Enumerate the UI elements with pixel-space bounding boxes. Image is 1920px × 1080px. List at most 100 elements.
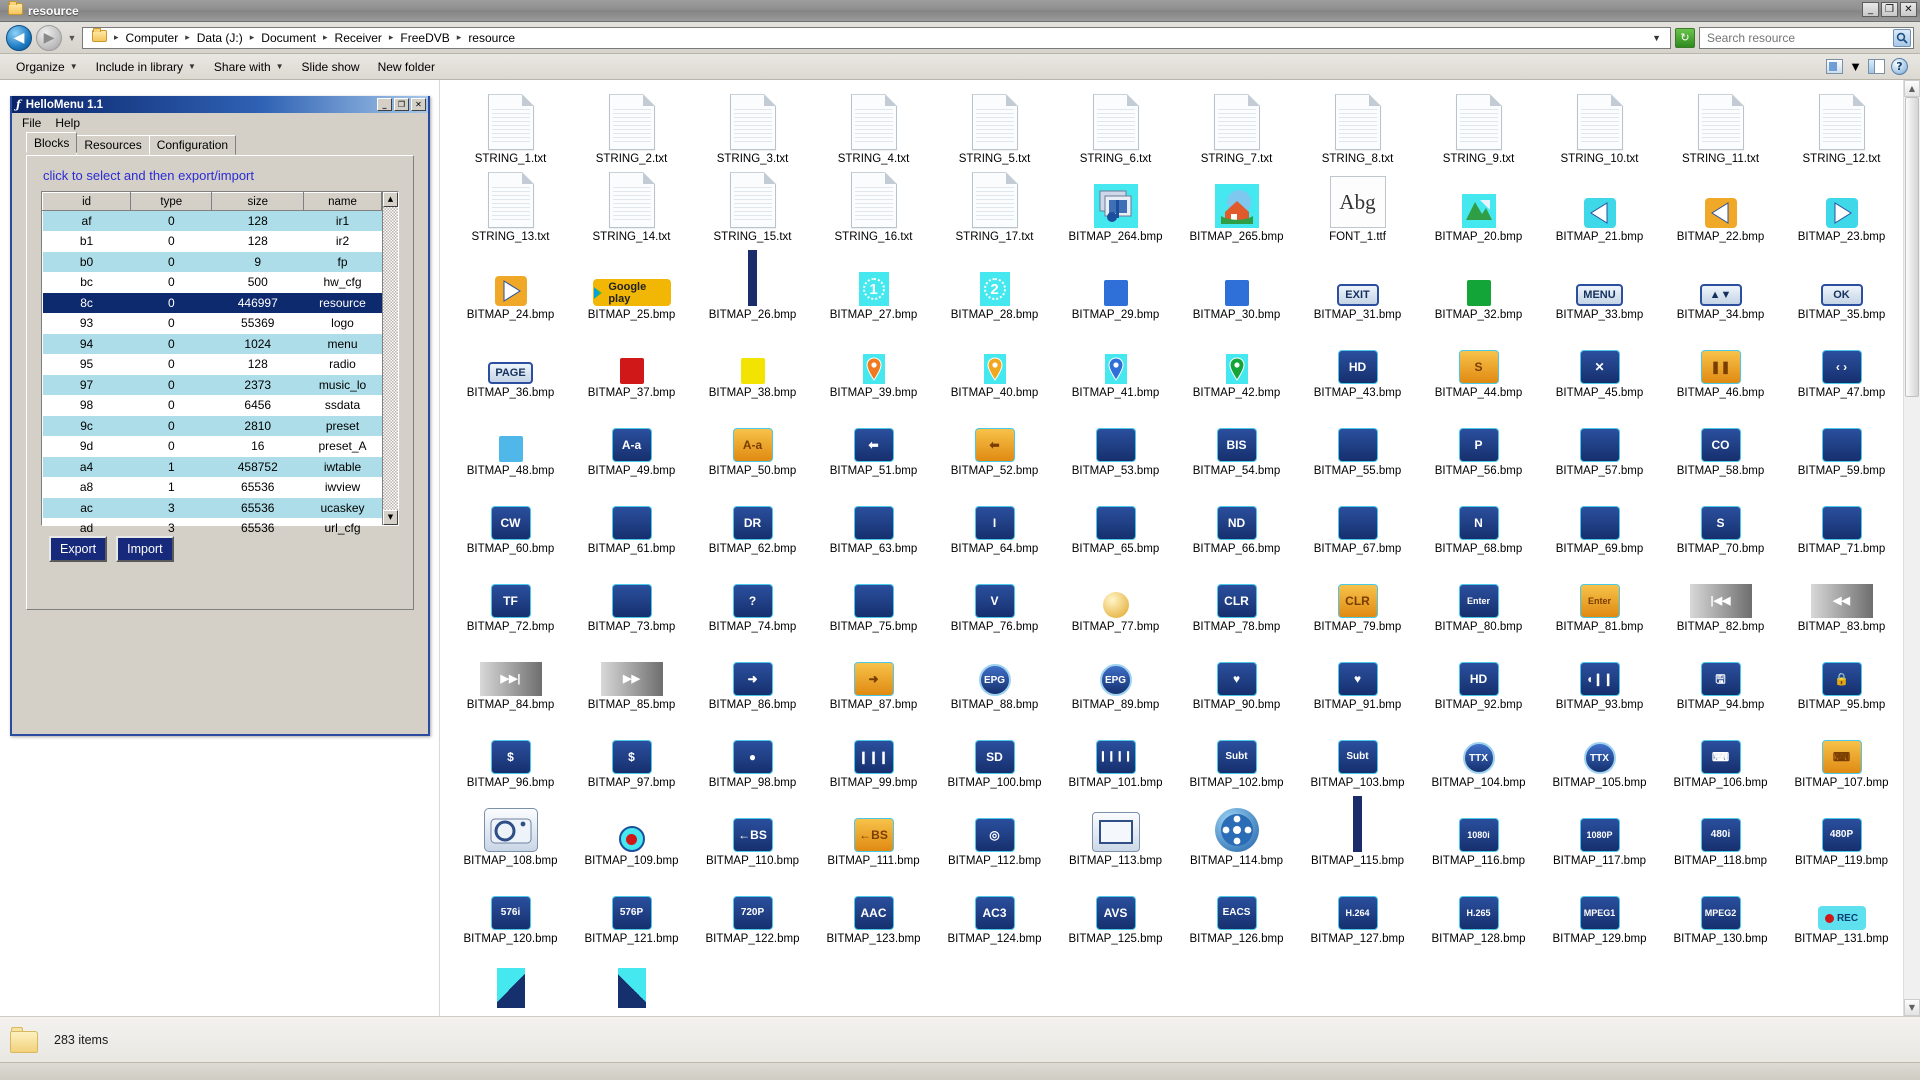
file-item[interactable]: BITMAP_41.bmp bbox=[1055, 322, 1176, 400]
file-item[interactable]: TF BITMAP_72.bmp bbox=[450, 556, 571, 634]
blocks-scroll-up-button[interactable]: ▲ bbox=[383, 192, 398, 207]
breadcrumb-separator[interactable]: ▸ bbox=[183, 32, 192, 43]
table-row[interactable]: b1 0 128 ir2 bbox=[43, 231, 382, 252]
table-row[interactable]: 95 0 128 radio bbox=[43, 354, 382, 375]
file-item[interactable]: MPEG1 BITMAP_129.bmp bbox=[1539, 868, 1660, 946]
blocks-table-scrollbar[interactable]: ▲ ▼ bbox=[382, 192, 398, 525]
file-item[interactable]: STRING_13.txt bbox=[450, 166, 571, 244]
file-item[interactable]: AVS BITMAP_125.bmp bbox=[1055, 868, 1176, 946]
file-item[interactable]: ◎ BITMAP_112.bmp bbox=[934, 790, 1055, 868]
breadcrumb-item-document[interactable]: Document bbox=[258, 30, 319, 46]
file-item[interactable]: BITMAP_26.bmp bbox=[692, 244, 813, 322]
tab-resources[interactable]: Resources bbox=[76, 135, 150, 155]
file-item[interactable]: BITMAP_114.bmp bbox=[1176, 790, 1297, 868]
breadcrumb-separator[interactable]: ▸ bbox=[455, 32, 464, 43]
breadcrumb-separator[interactable]: ▸ bbox=[321, 32, 330, 43]
breadcrumb-separator[interactable]: ▸ bbox=[112, 32, 121, 43]
file-item[interactable]: BITMAP_23.bmp bbox=[1781, 166, 1902, 244]
table-row[interactable]: b0 0 9 fp bbox=[42, 251, 382, 272]
file-item[interactable]: 2 BITMAP_28.bmp bbox=[934, 244, 1055, 322]
file-item[interactable]: Abg FONT_1.ttf bbox=[1297, 166, 1418, 244]
forward-button[interactable]: ▶ bbox=[36, 24, 62, 51]
file-item[interactable]: ▶▶ BITMAP_85.bmp bbox=[571, 634, 692, 712]
file-item[interactable]: ➜ BITMAP_86.bmp bbox=[692, 634, 813, 712]
file-item[interactable]: ♥ BITMAP_90.bmp bbox=[1176, 634, 1297, 712]
file-item[interactable]: AAC BITMAP_123.bmp bbox=[813, 868, 934, 946]
file-item[interactable]: 576P BITMAP_121.bmp bbox=[571, 868, 692, 946]
file-item[interactable]: I BITMAP_64.bmp bbox=[934, 478, 1055, 556]
file-item[interactable]: H.265 BITMAP_128.bmp bbox=[1418, 868, 1539, 946]
back-button[interactable]: ◀ bbox=[6, 24, 32, 51]
file-item[interactable]: BITMAP_109.bmp bbox=[571, 790, 692, 868]
file-item[interactable]: STRING_17.txt bbox=[934, 166, 1055, 244]
slide-show-button[interactable]: Slide show bbox=[294, 57, 368, 77]
file-item[interactable]: STRING_15.txt bbox=[692, 166, 813, 244]
file-item[interactable]: BITMAP_75.bmp bbox=[813, 556, 934, 634]
scroll-up-button[interactable]: ▲ bbox=[1904, 80, 1920, 97]
file-item[interactable]: ✕ BITMAP_45.bmp bbox=[1539, 322, 1660, 400]
file-item[interactable]: BITMAP_65.bmp bbox=[1055, 478, 1176, 556]
include-in-library-button[interactable]: Include in library ▼ bbox=[88, 57, 204, 77]
file-item[interactable] bbox=[450, 946, 571, 1011]
file-item[interactable]: ←BS BITMAP_111.bmp bbox=[813, 790, 934, 868]
file-item[interactable]: BITMAP_108.bmp bbox=[450, 790, 571, 868]
file-item[interactable]: ? BITMAP_74.bmp bbox=[692, 556, 813, 634]
file-item[interactable]: EPG BITMAP_88.bmp bbox=[934, 634, 1055, 712]
file-item[interactable]: STRING_4.txt bbox=[813, 88, 934, 166]
file-item[interactable]: BITMAP_24.bmp bbox=[450, 244, 571, 322]
file-item[interactable]: HD BITMAP_43.bmp bbox=[1297, 322, 1418, 400]
menu-help[interactable]: Help bbox=[49, 115, 86, 131]
preview-pane-icon[interactable] bbox=[1868, 59, 1885, 74]
file-item[interactable]: BITMAP_61.bmp bbox=[571, 478, 692, 556]
export-button[interactable]: Export bbox=[49, 536, 108, 562]
file-item[interactable]: CO BITMAP_58.bmp bbox=[1660, 400, 1781, 478]
blocks-scroll-track[interactable] bbox=[383, 207, 398, 510]
file-item[interactable]: BITMAP_48.bmp bbox=[450, 400, 571, 478]
file-item[interactable]: EXIT BITMAP_31.bmp bbox=[1297, 244, 1418, 322]
minimize-button[interactable]: _ bbox=[1862, 2, 1879, 17]
file-item[interactable]: BITMAP_20.bmp bbox=[1418, 166, 1539, 244]
file-item[interactable]: REC BITMAP_131.bmp bbox=[1781, 868, 1902, 946]
file-item[interactable]: ❚❚ BITMAP_46.bmp bbox=[1660, 322, 1781, 400]
file-item[interactable]: PAGE BITMAP_36.bmp bbox=[450, 322, 571, 400]
blocks-scroll-down-button[interactable]: ▼ bbox=[383, 510, 398, 525]
file-item[interactable]: STRING_7.txt bbox=[1176, 88, 1297, 166]
file-item[interactable]: BITMAP_57.bmp bbox=[1539, 400, 1660, 478]
file-item[interactable]: BITMAP_77.bmp bbox=[1055, 556, 1176, 634]
menu-file[interactable]: File bbox=[16, 115, 47, 131]
file-item[interactable]: 480i BITMAP_118.bmp bbox=[1660, 790, 1781, 868]
file-item[interactable]: Google play BITMAP_25.bmp bbox=[571, 244, 692, 322]
file-item[interactable]: 1080i BITMAP_116.bmp bbox=[1418, 790, 1539, 868]
table-row[interactable]: bc 0 500 hw_cfg bbox=[43, 272, 382, 293]
file-item[interactable]: $ BITMAP_97.bmp bbox=[571, 712, 692, 790]
file-item[interactable]: BITMAP_264.bmp bbox=[1055, 166, 1176, 244]
col-header-id[interactable]: id bbox=[41, 192, 132, 211]
file-item[interactable]: AC3 BITMAP_124.bmp bbox=[934, 868, 1055, 946]
file-item[interactable]: |◀◀ BITMAP_82.bmp bbox=[1660, 556, 1781, 634]
file-item[interactable]: MPEG2 BITMAP_130.bmp bbox=[1660, 868, 1781, 946]
file-item[interactable]: 720P BITMAP_122.bmp bbox=[692, 868, 813, 946]
file-item[interactable]: BITMAP_71.bmp bbox=[1781, 478, 1902, 556]
file-item[interactable]: ⬅ BITMAP_52.bmp bbox=[934, 400, 1055, 478]
table-row[interactable]: 94 0 1024 menu bbox=[42, 333, 382, 354]
file-item[interactable]: CW BITMAP_60.bmp bbox=[450, 478, 571, 556]
file-item[interactable]: STRING_11.txt bbox=[1660, 88, 1781, 166]
file-item[interactable]: ♥ BITMAP_91.bmp bbox=[1297, 634, 1418, 712]
breadcrumb-item-receiver[interactable]: Receiver bbox=[332, 30, 385, 46]
file-item[interactable]: BITMAP_22.bmp bbox=[1660, 166, 1781, 244]
file-item[interactable]: ❙❙❙ BITMAP_99.bmp bbox=[813, 712, 934, 790]
breadcrumb-item-freedvb[interactable]: FreeDVB bbox=[397, 30, 452, 46]
breadcrumb-separator[interactable]: ▸ bbox=[387, 32, 396, 43]
file-item[interactable]: ▶▶| BITMAP_84.bmp bbox=[450, 634, 571, 712]
file-item[interactable]: BITMAP_265.bmp bbox=[1176, 166, 1297, 244]
table-row[interactable]: 9d 0 16 preset_A bbox=[43, 436, 382, 457]
col-header-type[interactable]: type bbox=[130, 192, 213, 211]
file-item[interactable]: STRING_14.txt bbox=[571, 166, 692, 244]
file-item[interactable]: STRING_2.txt bbox=[571, 88, 692, 166]
breadcrumb-item-data-j[interactable]: Data (J:) bbox=[194, 30, 246, 46]
file-item[interactable]: BITMAP_53.bmp bbox=[1055, 400, 1176, 478]
organize-button[interactable]: Organize ▼ bbox=[8, 57, 86, 77]
new-folder-button[interactable]: New folder bbox=[370, 57, 443, 77]
table-row[interactable]: a8 1 65536 iwview bbox=[43, 477, 382, 498]
table-row[interactable]: 97 0 2373 music_lo bbox=[42, 374, 382, 395]
